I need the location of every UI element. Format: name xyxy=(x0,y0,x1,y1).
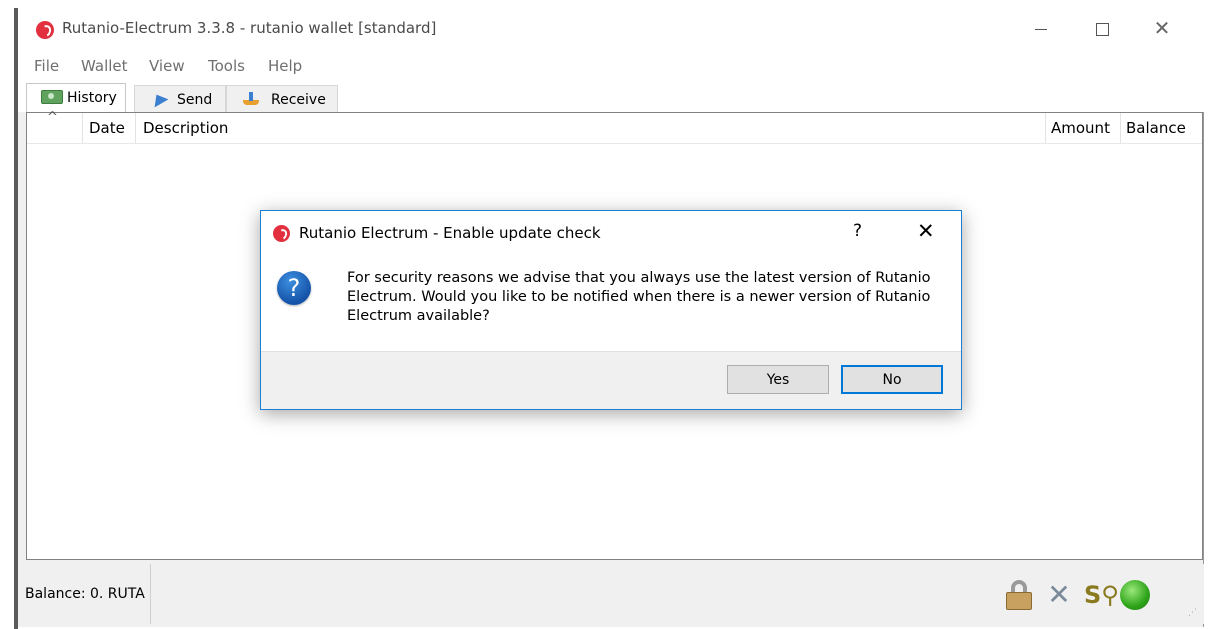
tab-send[interactable]: Send xyxy=(134,85,226,112)
dialog-app-icon xyxy=(273,225,290,242)
menu-tools[interactable]: Tools xyxy=(208,57,245,75)
balance-label: Balance: 0. RUTA xyxy=(25,586,145,602)
maximize-button[interactable] xyxy=(1079,14,1125,44)
dialog-message-line: For security reasons we advise that you … xyxy=(347,270,931,286)
network-status-icon[interactable] xyxy=(1120,580,1150,610)
table-header: ^ Date Description Amount Balance xyxy=(27,110,1202,144)
app-logo-icon xyxy=(36,21,54,39)
sort-indicator-icon[interactable]: ^ xyxy=(47,110,58,125)
resize-grip-icon[interactable]: ⋰ xyxy=(1188,608,1198,618)
tab-history[interactable]: History xyxy=(26,83,126,113)
column-divider xyxy=(82,113,83,143)
yes-button[interactable]: Yes xyxy=(727,365,829,394)
send-icon xyxy=(149,90,169,108)
column-divider xyxy=(1120,113,1121,143)
column-amount[interactable]: Amount xyxy=(1051,119,1110,137)
column-date[interactable]: Date xyxy=(89,119,125,137)
receive-icon xyxy=(243,92,261,106)
column-divider xyxy=(135,113,136,143)
window-title: Rutanio-Electrum 3.3.8 - rutanio wallet … xyxy=(62,19,437,37)
menu-file[interactable]: File xyxy=(34,57,59,75)
tab-send-label: Send xyxy=(177,92,213,108)
menu-view[interactable]: View xyxy=(149,57,185,75)
tab-receive[interactable]: Receive xyxy=(226,85,338,112)
update-check-dialog: Rutanio Electrum - Enable update check ?… xyxy=(260,210,962,410)
dialog-message-line: Electrum available? xyxy=(347,308,490,324)
balance-panel: Balance: 0. RUTA xyxy=(20,564,151,624)
close-button[interactable]: ✕ xyxy=(1139,14,1185,44)
dialog-help-button[interactable]: ? xyxy=(853,221,862,241)
dialog-body: ? For security reasons we advise that yo… xyxy=(261,255,961,351)
history-icon xyxy=(41,90,63,104)
dialog-message: For security reasons we advise that you … xyxy=(347,269,947,326)
menu-help[interactable]: Help xyxy=(268,57,302,75)
title-bar[interactable]: Rutanio-Electrum 3.3.8 - rutanio wallet … xyxy=(18,8,1204,52)
tab-receive-label: Receive xyxy=(271,92,326,108)
seed-icon[interactable]: S⚲ xyxy=(1084,580,1119,610)
lock-icon[interactable] xyxy=(1004,580,1034,610)
no-button[interactable]: No xyxy=(841,365,943,394)
menu-bar: File Wallet View Tools Help xyxy=(18,52,1204,80)
question-icon: ? xyxy=(277,271,311,305)
column-divider xyxy=(1045,113,1046,143)
status-bar: Balance: 0. RUTA ✕ S⚲ ⋰ xyxy=(18,564,1204,624)
dialog-message-line: Electrum. Would you like to be notified … xyxy=(347,289,931,305)
column-description[interactable]: Description xyxy=(143,119,228,137)
dialog-title: Rutanio Electrum - Enable update check xyxy=(299,224,601,242)
tools-icon[interactable]: ✕ xyxy=(1044,580,1074,610)
tab-bar: History Send Receive xyxy=(18,80,1204,113)
menu-wallet[interactable]: Wallet xyxy=(81,57,128,75)
column-balance[interactable]: Balance xyxy=(1126,119,1186,137)
dialog-close-button[interactable]: ✕ xyxy=(917,219,935,243)
minimize-button[interactable] xyxy=(1018,14,1064,44)
dialog-footer: Yes No xyxy=(261,351,961,409)
tab-history-label: History xyxy=(67,90,117,106)
